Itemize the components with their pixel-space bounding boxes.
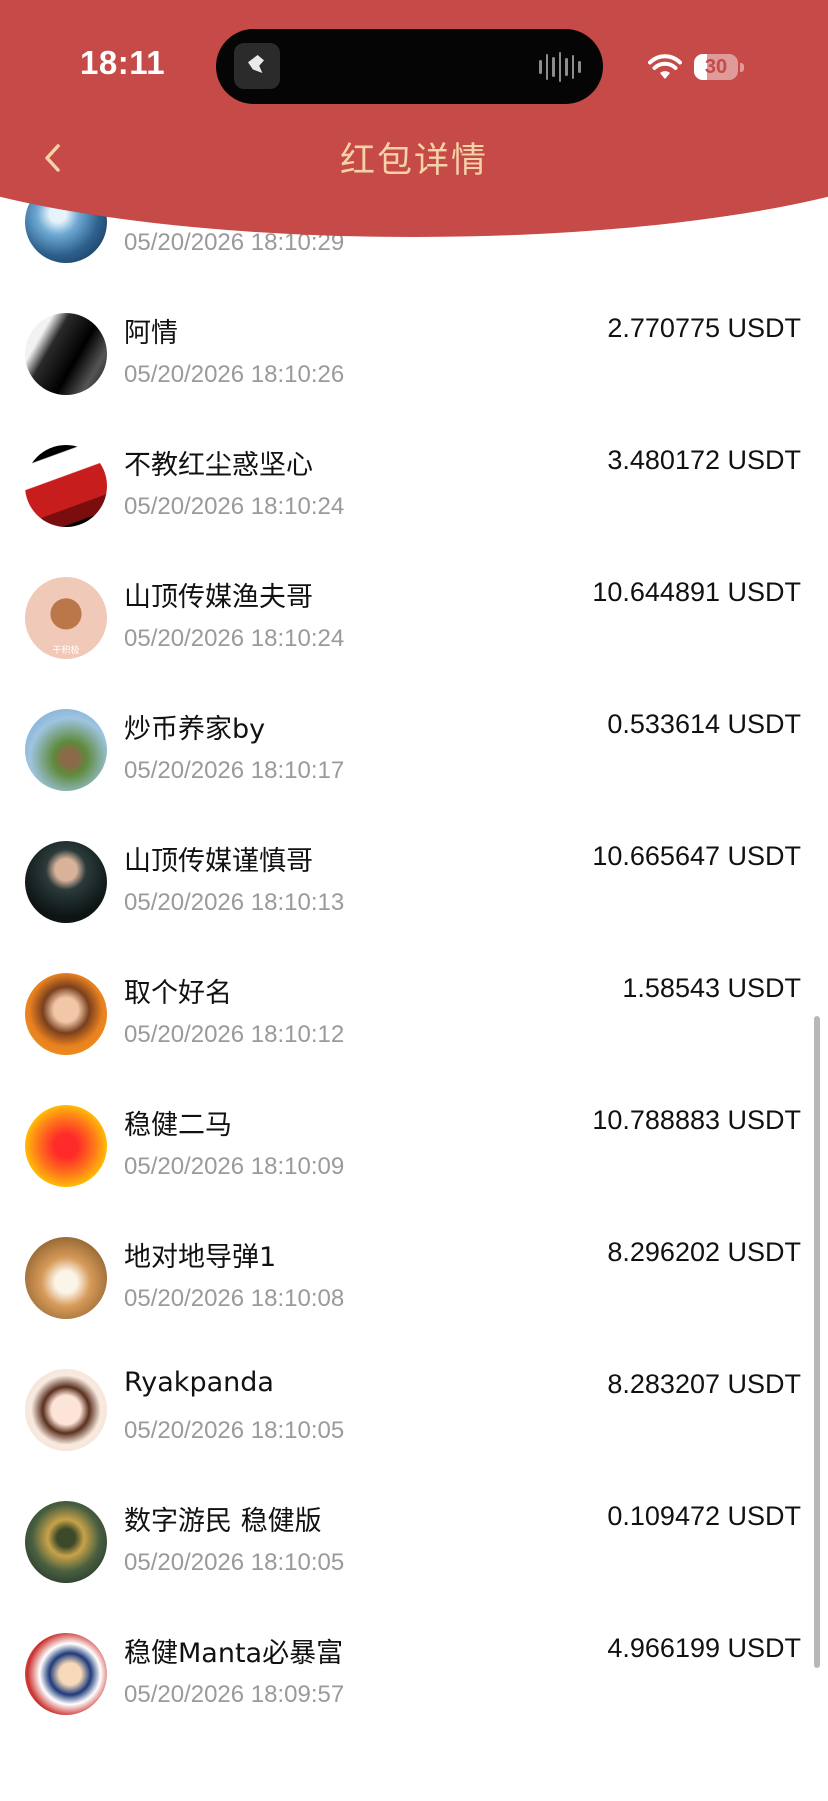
list-item[interactable]: Ryakpanda 05/20/2026 18:10:05 8.283207 U… [0, 1337, 828, 1469]
claim-time: 05/20/2026 18:10:09 [124, 1153, 345, 1180]
audio-wave-icon [539, 51, 582, 83]
claim-time: 05/20/2026 18:10:12 [124, 1021, 345, 1048]
red-sketch-avatar [25, 445, 107, 527]
claim-time: 05/20/2026 18:10:08 [124, 1285, 345, 1312]
claim-amount: 10.665647 USDT [592, 841, 801, 871]
user-name: 取个好名 [124, 978, 232, 1009]
user-name: 数字游民 稳健版 [124, 1506, 322, 1537]
claim-amount: 2.770775 USDT [607, 313, 801, 343]
user-name: 阿情 [124, 318, 178, 349]
woman-portrait-avatar [25, 973, 107, 1055]
navigation-bar: 红包详情 [0, 120, 828, 196]
claim-amount: 0.533614 USDT [607, 709, 801, 739]
claim-amount: 8.296202 USDT [607, 1237, 801, 1267]
list-item[interactable]: 取个好名 05/20/2026 18:10:12 1.58543 USDT [0, 941, 828, 1073]
claim-amount: 3.480172 USDT [607, 445, 801, 475]
battery-level: 30 [704, 56, 728, 78]
cartoon-mouse-avatar: 干积极 [25, 577, 107, 659]
list-item[interactable]: 山顶传媒谨慎哥 05/20/2026 18:10:13 10.665647 US… [0, 809, 828, 941]
user-name: 稳健二马 [124, 1110, 232, 1141]
claim-list[interactable]: 05/20/2026 18:10:29 阿情 05/20/2026 18:10:… [0, 149, 828, 1733]
gradient-circle-avatar [25, 1105, 107, 1187]
claim-amount: 8.283207 USDT [607, 1369, 801, 1399]
list-item[interactable]: 稳健二马 05/20/2026 18:10:09 10.788883 USDT [0, 1073, 828, 1205]
user-name: 不教红尘惑坚心 [124, 450, 313, 481]
claim-amount: 1.58543 USDT [622, 973, 801, 1003]
claim-time: 05/20/2026 18:10:24 [124, 625, 345, 652]
claim-time: 05/20/2026 18:10:24 [124, 493, 345, 520]
dark-silhouette-avatar [25, 313, 107, 395]
list-item[interactable]: 阿情 05/20/2026 18:10:26 2.770775 USDT [0, 281, 828, 413]
user-name: 山顶传媒谨慎哥 [124, 846, 313, 877]
page-title: 红包详情 [339, 141, 488, 181]
claim-time: 05/20/2026 18:10:26 [124, 361, 345, 388]
status-bar: 18:11 30 [0, 0, 828, 130]
dynamic-island[interactable] [216, 29, 603, 104]
avatar-caption: 干积极 [52, 646, 80, 656]
claim-time: 05/20/2026 18:10:13 [124, 889, 345, 916]
claim-amount: 0.109472 USDT [607, 1501, 801, 1531]
man-in-suit-avatar [25, 841, 107, 923]
princess-cartoon-avatar [25, 1369, 107, 1451]
battery-cap [740, 63, 744, 72]
list-item[interactable]: 不教红尘惑坚心 05/20/2026 18:10:24 3.480172 USD… [0, 413, 828, 545]
user-name: 稳健Manta必暴富 [124, 1638, 344, 1669]
battery-indicator: 30 [694, 52, 744, 82]
scrollbar[interactable] [814, 1016, 820, 1668]
user-name: Ryakpanda [124, 1367, 274, 1398]
claim-time: 05/20/2026 18:10:05 [124, 1417, 345, 1444]
claim-amount: 4.966199 USDT [607, 1633, 801, 1663]
claim-time: 05/20/2026 18:10:05 [124, 1549, 345, 1576]
user-name: 炒币养家by [124, 714, 266, 745]
status-time: 18:11 [80, 44, 166, 81]
user-name: 山顶传媒渔夫哥 [124, 582, 313, 613]
wifi-icon [648, 54, 682, 79]
claim-time: 05/20/2026 18:10:17 [124, 757, 345, 784]
claim-amount: 10.644891 USDT [592, 577, 801, 607]
now-playing-thumbnail [234, 43, 280, 89]
meditating-figure-avatar [25, 1501, 107, 1583]
battery-icon: 30 [694, 54, 738, 80]
list-item[interactable]: 地对地导弹1 05/20/2026 18:10:08 8.296202 USDT [0, 1205, 828, 1337]
cartoon-man-flag-avatar [25, 1633, 107, 1715]
list-item[interactable]: 炒币养家by 05/20/2026 18:10:17 0.533614 USDT [0, 677, 828, 809]
list-item[interactable]: 干积极 山顶传媒渔夫哥 05/20/2026 18:10:24 10.64489… [0, 545, 828, 677]
claim-amount: 10.788883 USDT [592, 1105, 801, 1135]
tree-avatar [25, 709, 107, 791]
cat-avatar [25, 1237, 107, 1319]
user-name: 地对地导弹1 [124, 1242, 277, 1273]
list-item[interactable]: 数字游民 稳健版 05/20/2026 18:10:05 0.109472 US… [0, 1469, 828, 1601]
claim-time: 05/20/2026 18:09:57 [124, 1681, 345, 1708]
list-item[interactable]: 稳健Manta必暴富 05/20/2026 18:09:57 4.966199 … [0, 1601, 828, 1733]
red-packet-details-screen: 18:11 30 红包详情 05/20/2026 18:10:29 阿情 05/… [0, 0, 828, 1801]
